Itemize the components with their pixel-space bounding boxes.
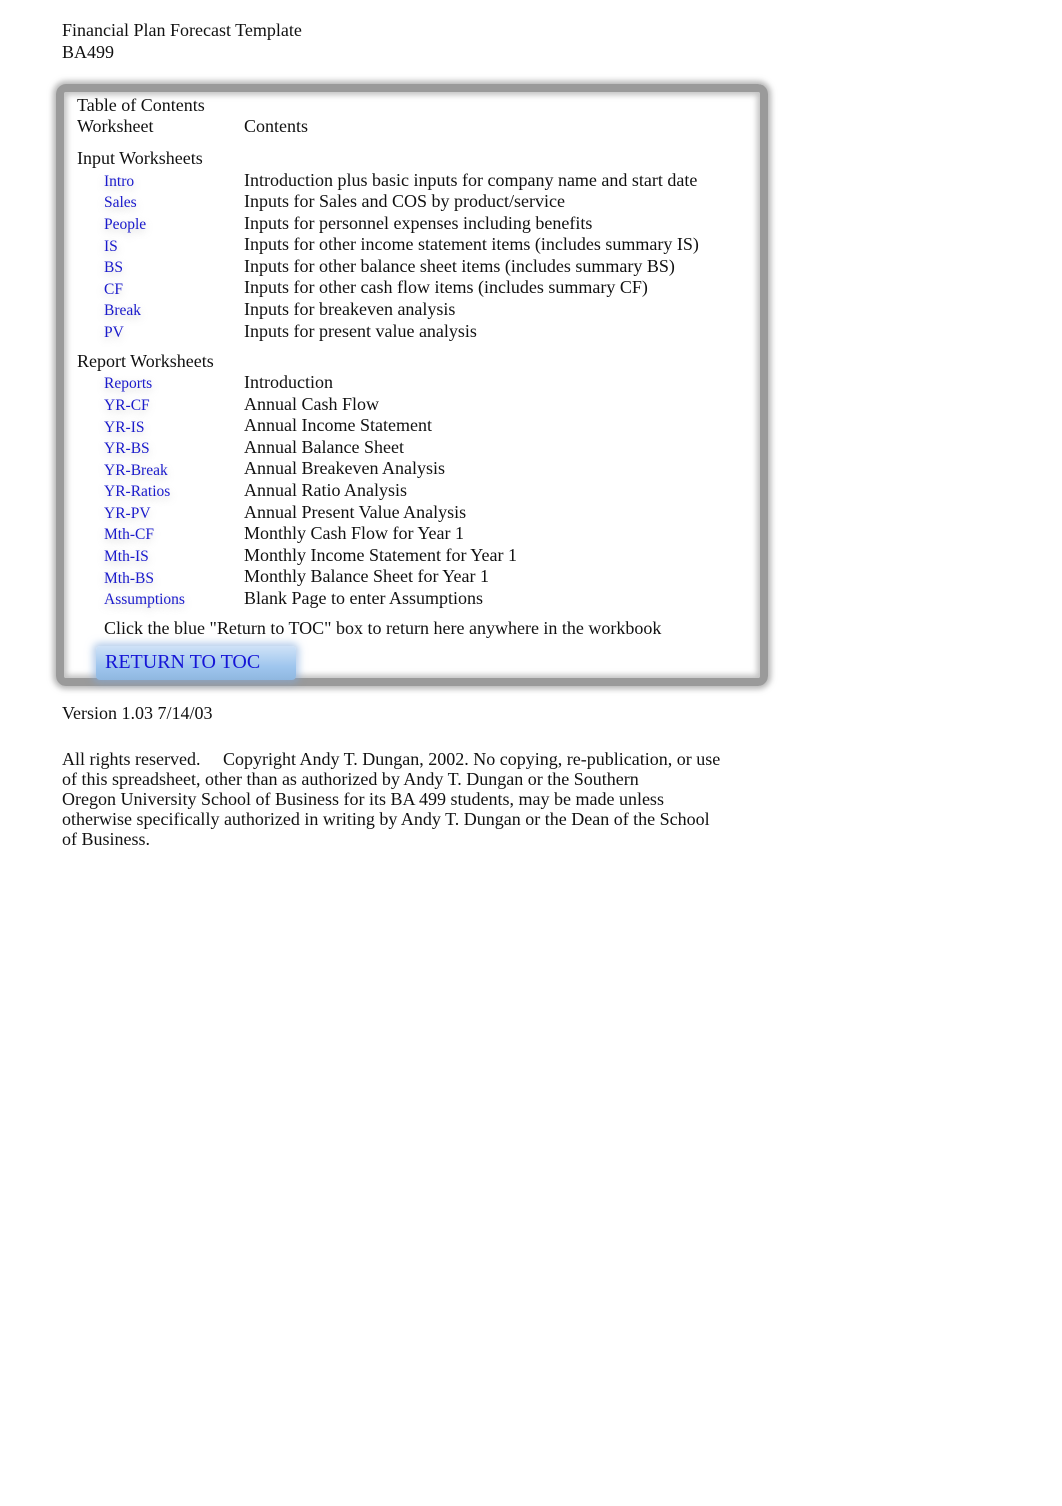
copyright-line: otherwise specifically authorized in wri…: [62, 809, 710, 829]
worksheet-description: Introduction plus basic inputs for compa…: [244, 170, 698, 190]
worksheet-link-yr-is[interactable]: YR-IS: [104, 417, 144, 439]
worksheet-link-yr-bs[interactable]: YR-BS: [104, 438, 150, 460]
worksheet-description: Inputs for other cash flow items (includ…: [244, 277, 648, 297]
copyright-line: All rights reserved. Copyright Andy T. D…: [62, 749, 721, 769]
copyright-notice: All rights reserved. Copyright Andy T. D…: [62, 749, 727, 849]
worksheet-link-mth-bs[interactable]: Mth-BS: [104, 568, 154, 590]
worksheet-description: Inputs for present value analysis: [244, 321, 477, 341]
worksheet-description: Inputs for personnel expenses including …: [244, 213, 593, 233]
toc-heading: Table of Contents: [77, 95, 205, 115]
return-to-toc-button[interactable]: RETURN TO TOC: [96, 646, 296, 680]
worksheet-description: Monthly Cash Flow for Year 1: [244, 523, 465, 543]
worksheet-description: Annual Present Value Analysis: [244, 502, 467, 522]
worksheet-description: Inputs for breakeven analysis: [244, 299, 456, 319]
worksheet-description: Monthly Balance Sheet for Year 1: [244, 566, 489, 586]
worksheet-link-people[interactable]: People: [104, 214, 146, 236]
return-to-toc-label: RETURN TO TOC: [105, 651, 261, 673]
column-header-worksheet: Worksheet: [77, 116, 154, 136]
copyright-line: of this spreadsheet, other than as autho…: [62, 769, 639, 789]
worksheet-link-reports[interactable]: Reports: [104, 373, 152, 395]
worksheet-description: Annual Breakeven Analysis: [244, 458, 445, 478]
column-header-contents: Contents: [244, 116, 309, 136]
section-label-report: Report Worksheets: [77, 351, 214, 371]
worksheet-description: Introduction: [244, 372, 333, 392]
section-label-input: Input Worksheets: [77, 148, 203, 168]
worksheet-link-bs[interactable]: BS: [104, 257, 123, 279]
worksheet-link-is[interactable]: IS: [104, 236, 118, 258]
worksheet-description: Annual Cash Flow: [244, 394, 379, 414]
return-instruction: Click the blue "Return to TOC" box to re…: [104, 618, 662, 638]
worksheet-description: Inputs for other income statement items …: [244, 234, 699, 254]
worksheet-link-sales[interactable]: Sales: [104, 192, 137, 214]
worksheet-link-intro[interactable]: Intro: [104, 171, 134, 193]
worksheet-description: Monthly Income Statement for Year 1: [244, 545, 517, 565]
worksheet-link-yr-break[interactable]: YR-Break: [104, 460, 168, 482]
copyright-line: of Business.: [62, 829, 151, 849]
worksheet-link-cf[interactable]: CF: [104, 279, 123, 301]
worksheet-link-yr-ratios[interactable]: YR-Ratios: [104, 481, 170, 503]
worksheet-description: Blank Page to enter Assumptions: [244, 588, 483, 608]
worksheet-link-break[interactable]: Break: [104, 300, 141, 322]
worksheet-link-mth-is[interactable]: Mth-IS: [104, 546, 149, 568]
document-subtitle: BA499: [62, 42, 115, 62]
copyright-line: Oregon University School of Business for…: [62, 789, 664, 809]
worksheet-description: Inputs for other balance sheet items (in…: [244, 256, 675, 276]
version-text: Version 1.03 7/14/03: [62, 703, 213, 723]
worksheet-link-mth-cf[interactable]: Mth-CF: [104, 524, 154, 546]
worksheet-link-yr-pv[interactable]: YR-PV: [104, 503, 151, 525]
worksheet-description: Annual Income Statement: [244, 415, 432, 435]
worksheet-description: Annual Balance Sheet: [244, 437, 404, 457]
worksheet-description: Inputs for Sales and COS by product/serv…: [244, 191, 565, 211]
worksheet-link-assumptions[interactable]: Assumptions: [104, 589, 185, 611]
worksheet-link-yr-cf[interactable]: YR-CF: [104, 395, 150, 417]
worksheet-link-pv[interactable]: PV: [104, 322, 124, 344]
document-title: Financial Plan Forecast Template: [62, 20, 302, 40]
worksheet-description: Annual Ratio Analysis: [244, 480, 407, 500]
